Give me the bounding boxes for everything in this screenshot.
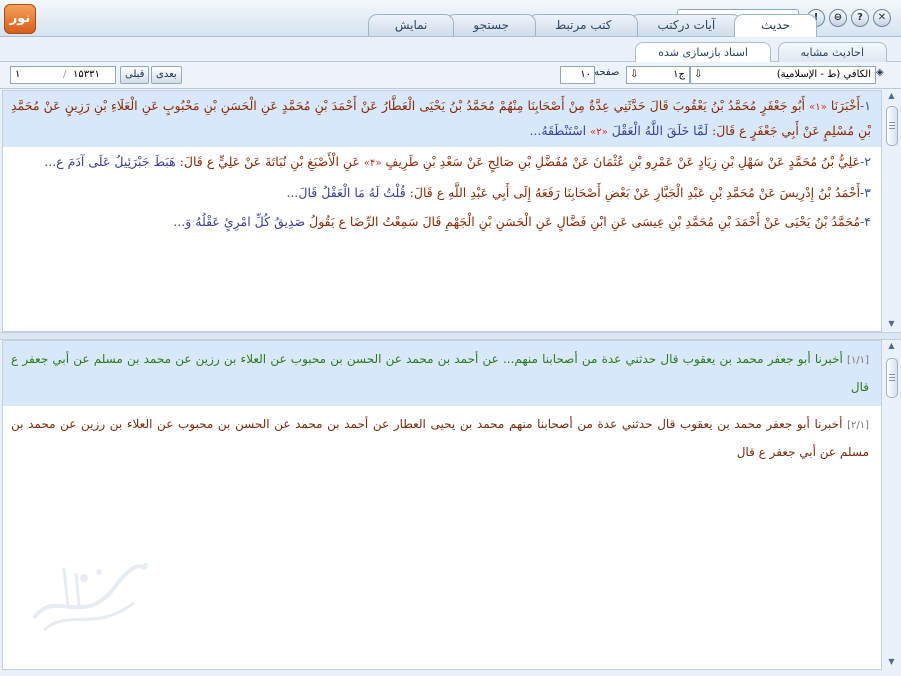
chevron-down-icon[interactable]: ⇩ <box>630 67 638 83</box>
footnote-marker[interactable]: «۴» <box>364 158 382 169</box>
hadith-item[interactable]: ۲-عَلِيُّ بْنُ مُحَمَّدٍ عَنْ سَهْلِ بْن… <box>3 147 881 178</box>
hadith-number: ۲- <box>860 154 871 169</box>
hadith-isnad: مُحَمَّدُ بْنُ يَحْيَى عَنْ أَحْمَدَ بْن… <box>309 214 861 229</box>
app-logo: نور <box>4 4 36 34</box>
bottom-pane-scrollbar[interactable]: ▲ ▼ <box>884 340 899 668</box>
navigation-toolbar: ◈ الکافي (ط - الإسلامية) ⇩ ج۱ ⇩ صفحه ۱۰ … <box>0 62 901 89</box>
hadith-isnad: عَلِيُّ بْنُ مُحَمَّدٍ عَنْ سَهْلِ بْنِ … <box>385 154 861 169</box>
volume-select[interactable]: ج۱ ⇩ <box>626 66 690 84</box>
title-bar: نور ✕ ? ⊖ ! ⌕ حديث آيات درکتب کتب مرتبط … <box>0 0 901 37</box>
hadith-number: ۱- <box>860 98 871 113</box>
sanad-chain: أبو جعفر محمد بن يعقوب قال حدثني عدة من … <box>11 417 869 459</box>
scroll-thumb[interactable] <box>886 106 898 146</box>
help-button[interactable]: ? <box>851 9 869 27</box>
prev-button[interactable]: قبلی <box>120 66 150 84</box>
main-tabs: حديث آيات درکتب کتب مرتبط جستجو نمايش <box>367 14 817 37</box>
hadith-isnad: أَحْمَدُ بْنُ إِدْرِيسَ عَنْ مُحَمَّدِ ب… <box>409 185 861 200</box>
hadith-item[interactable]: ۴-مُحَمَّدُ بْنُ يَحْيَى عَنْ أَحْمَدَ ب… <box>3 207 881 236</box>
sanad-lead: أخبرنا <box>814 417 843 431</box>
position-field[interactable]: ۱ / ۱۵۳۳۱ <box>10 66 116 84</box>
minimize-button[interactable]: ⊖ <box>829 9 847 27</box>
tab-related-books[interactable]: کتب مرتبط <box>528 14 639 36</box>
tab-search[interactable]: جستجو <box>446 14 537 36</box>
hadith-matn: صَدِيقُ كُلِّ امْرِئٍ عَقْلُهُ وَ... <box>173 214 306 229</box>
hadith-matn: لَمَّا خَلَقَ اللَّهُ الْعَقْلَ <box>611 123 709 138</box>
hadith-matn: اسْتَنْطَقَهُ... <box>529 123 587 138</box>
hadith-item[interactable]: ۱-أَخْبَرَنَا «۱» أَبُو جَعْفَرٍ مُحَمَّ… <box>3 91 881 147</box>
book-select-value: الکافي (ط - الإسلامية) <box>776 69 871 80</box>
sanad-item[interactable]: [۲/۱] أخبرنا أبو جعفر محمد بن يعقوب قال … <box>3 406 881 471</box>
book-select[interactable]: الکافي (ط - الإسلامية) ⇩ <box>690 66 876 84</box>
sanad-chain: أبو جعفر محمد بن يعقوب قال حدثني عدة من … <box>11 352 869 394</box>
close-button[interactable]: ✕ <box>873 9 891 27</box>
hadith-matn: قُلْتُ لَهُ مَا الْعَقْلُ قَالَ... <box>286 185 406 200</box>
sub-tabs-bar: احاديث مشابه اسناد بازسازی شده <box>0 37 901 62</box>
scroll-thumb[interactable] <box>886 358 898 398</box>
sanad-ref: [۱/۱] <box>847 355 869 366</box>
hadith-text-pane: ۱-أَخْبَرَنَا «۱» أَبُو جَعْفَرٍ مُحَمَّ… <box>2 90 882 332</box>
total-count: ۱۵۳۳۱ <box>73 69 100 80</box>
top-pane-scrollbar[interactable]: ▲ ▼ <box>884 90 899 330</box>
volume-value: ج۱ <box>673 69 685 80</box>
page-value: ۱۰ <box>580 69 591 80</box>
sanad-item[interactable]: [۱/۱] أخبرنا أبو جعفر محمد بن يعقوب قال … <box>3 341 881 406</box>
scroll-down-icon[interactable]: ▼ <box>884 656 899 668</box>
page-label: صفحه <box>594 67 620 78</box>
footnote-marker[interactable]: «۱» <box>809 102 827 113</box>
book-icon: ◈ <box>876 67 884 78</box>
sanad-ref: [۲/۱] <box>847 420 870 431</box>
scroll-up-icon[interactable]: ▲ <box>884 90 899 102</box>
watermark-logo <box>32 562 148 632</box>
tab-reconstructed-sanads[interactable]: اسناد بازسازی شده <box>635 42 771 62</box>
page-field[interactable]: ۱۰ <box>560 66 595 84</box>
tab-similar-hadiths[interactable]: احاديث مشابه <box>777 42 887 62</box>
hadith-isnad: أَخْبَرَنَا <box>830 98 861 113</box>
separator: / <box>63 69 67 80</box>
hadith-item[interactable]: ۳-أَحْمَدُ بْنُ إِدْرِيسَ عَنْ مُحَمَّدِ… <box>3 178 881 207</box>
chevron-down-icon[interactable]: ⇩ <box>694 67 702 83</box>
hadith-isnad: عَنِ الْأَصْبَغِ بْنِ نُبَاتَةَ عَنْ عَل… <box>179 154 360 169</box>
scroll-up-icon[interactable]: ▲ <box>884 340 899 352</box>
scroll-down-icon[interactable]: ▼ <box>884 318 899 330</box>
hadith-isnad: أَبُو جَعْفَرٍ مُحَمَّدُ بْنُ يَعْقُوبَ … <box>11 98 871 138</box>
hadith-number: ۴- <box>860 214 871 229</box>
next-button[interactable]: بعدی <box>151 66 182 84</box>
tab-hadith[interactable]: حديث <box>734 14 817 37</box>
tab-display[interactable]: نمايش <box>367 14 455 36</box>
tab-verses-in-books[interactable]: آيات درکتب <box>630 14 743 36</box>
hadith-number: ۳- <box>860 185 871 200</box>
current-position: ۱ <box>15 69 21 80</box>
pane-splitter[interactable] <box>0 332 901 340</box>
sanad-lead: أخبرنا <box>814 352 843 366</box>
hadith-matn: هَبَطَ جَبْرَئِيلُ عَلَى آدَمَ ع... <box>44 154 176 169</box>
footnote-marker[interactable]: «۲» <box>590 127 608 138</box>
